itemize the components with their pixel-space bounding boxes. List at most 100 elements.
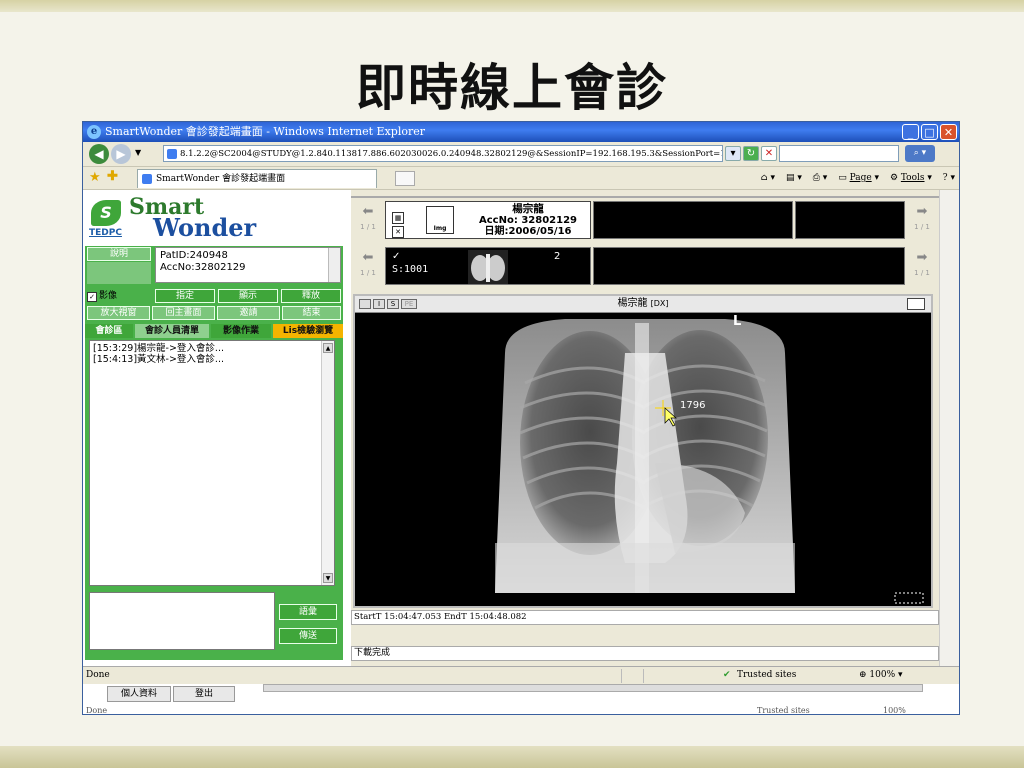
image-checkbox[interactable]: ✓ 影像 (87, 290, 117, 302)
study-thumbnail[interactable]: ▦ ✕ Img 楊宗龍 AccNo: 32802129 日期:2006/05/1… (385, 201, 591, 239)
window-title: SmartWonder 會診發起端畫面 - Windows Internet E… (105, 125, 425, 138)
close-study-icon[interactable]: ✕ (392, 226, 404, 238)
close-button[interactable]: ✕ (940, 124, 957, 140)
page-scrollbar[interactable] (939, 190, 959, 666)
study-acc-no: AccNo: 32802129 (479, 215, 577, 226)
log-entry: [15:3:29]楊宗龍->登入會診... (93, 343, 224, 354)
help-icon[interactable]: ? ▾ (943, 173, 955, 183)
print-icon[interactable]: ⎙ ▾ (813, 173, 828, 183)
series-label: S:1001 (392, 264, 429, 275)
img-icon: Img (426, 206, 454, 234)
display-button[interactable]: 顯示 (218, 289, 278, 303)
study-slot-empty (593, 201, 793, 239)
forward-button[interactable]: ▶ (111, 144, 131, 164)
scroll-down-icon[interactable]: ▼ (323, 573, 333, 583)
image-viewer[interactable]: I S PE 楊宗龍 [DX] L 1796 (353, 294, 933, 608)
status-divider (621, 669, 622, 683)
security-zone: Trusted sites (737, 670, 797, 680)
tab-page-icon (142, 174, 152, 184)
favorites-star-icon[interactable]: ★ (89, 171, 101, 185)
logout-button[interactable]: 登出 (173, 686, 235, 702)
study-info: 楊宗龍 AccNo: 32802129 日期:2006/05/16 (466, 202, 590, 238)
study-slot-empty (795, 201, 905, 239)
browser-tab[interactable]: SmartWonder 會診發起端畫面 (137, 169, 377, 188)
ie-logo-icon: e (87, 125, 101, 139)
personal-info-button[interactable]: 個人資料 (107, 686, 171, 702)
slide-title: 即時線上會診 (356, 59, 668, 117)
grid-icon[interactable]: ▦ (392, 212, 404, 224)
refresh-icon[interactable]: ↻ (743, 146, 759, 161)
underlying-status-bar: Done Trusted sites 100% (86, 706, 906, 715)
new-tab-button[interactable] (395, 171, 415, 186)
left-tabs: 會診區 會診人員清單 影像作業 Lis檢驗瀏覽 (85, 324, 343, 338)
tools-menu[interactable]: ⚙ Tools ▾ (890, 173, 932, 183)
release-button[interactable]: 釋放 (281, 289, 341, 303)
study-next-button[interactable]: ➡ 1 / 1 (909, 202, 935, 240)
series-thumbnail[interactable]: ✓ S:1001 2 (385, 247, 591, 285)
page-menu[interactable]: ▭ Page ▾ (838, 173, 879, 183)
address-dropdown-icon[interactable]: ▾ (725, 146, 741, 161)
back-button[interactable]: ◀ (89, 144, 109, 164)
tab-title: SmartWonder 會診發起端畫面 (156, 174, 286, 184)
chest-xray-image (355, 313, 931, 606)
app-content: S TEDPC Smart Wonder 說明 PatID:240948 Acc… (83, 190, 939, 666)
ie-status-bar: Done ✔ Trusted sites ⊕ 100% ▾ (83, 666, 959, 685)
search-button[interactable]: ⌕ ▾ (905, 145, 935, 162)
slide-top-band (0, 0, 1024, 12)
stop-icon[interactable]: ✕ (761, 146, 777, 161)
search-input[interactable] (779, 145, 899, 162)
study-prev-button[interactable]: ⬅ 1 / 1 (355, 202, 381, 240)
tab-image-ops[interactable]: 影像作業 (211, 324, 271, 338)
smartwonder-logo: S TEDPC Smart Wonder (87, 194, 347, 244)
tab-lis-browse[interactable]: Lis檢驗瀏覽 (273, 324, 343, 338)
tab-bar: ★ ✚ SmartWonder 會診發起端畫面 ⌂ ▾ ▤ ▾ ⎙ ▾ ▭ Pa… (83, 167, 959, 190)
study-date: 日期:2006/05/16 (484, 226, 572, 237)
underlying-scrollbar[interactable] (263, 684, 923, 692)
page-icon (167, 149, 177, 159)
log-entry: [15:4:13]黃文林->登入會診... (93, 354, 224, 365)
patient-info-scrollbar[interactable] (328, 248, 340, 282)
feeds-icon[interactable]: ▤ ▾ (786, 173, 802, 183)
explain-button[interactable]: 說明 (87, 247, 151, 261)
series-image-count: 2 (554, 251, 561, 262)
assign-button[interactable]: 指定 (155, 289, 215, 303)
series-next-button[interactable]: ➡ 1 / 1 (909, 248, 935, 286)
laterality-marker: L (733, 314, 742, 329)
message-input[interactable] (89, 592, 275, 650)
cursor-value: 1796 (680, 400, 706, 411)
main-screen-button[interactable]: 回主畫面 (152, 306, 215, 320)
send-button[interactable]: 傳送 (279, 628, 337, 644)
consult-log: [15:3:29]楊宗龍->登入會診... [15:4:13]黃文林->登入會診… (89, 340, 335, 586)
minimize-button[interactable]: _ (902, 124, 919, 140)
scroll-up-icon[interactable]: ▲ (323, 343, 333, 353)
viewer-toolbar: I S PE 楊宗龍 [DX] (355, 296, 931, 313)
viewer-maximize-button[interactable] (907, 298, 925, 310)
end-button[interactable]: 結束 (282, 306, 341, 320)
viewer-title: 楊宗龍 [DX] (617, 298, 669, 309)
zoom-window-button[interactable]: 放大視窗 (87, 306, 150, 320)
timing-status: StartT 15:04:47.053 EndT 15:04:48.082 (351, 610, 939, 625)
status-divider (643, 669, 644, 683)
maximize-button[interactable]: □ (921, 124, 938, 140)
patient-id: PatID:240948 (160, 250, 228, 261)
left-panel: S TEDPC Smart Wonder 說明 PatID:240948 Acc… (83, 190, 349, 666)
leaf-logo-icon: S (91, 200, 121, 226)
tab-member-list[interactable]: 會診人員清單 (135, 324, 209, 338)
checkbox-check-icon: ✓ (87, 292, 97, 302)
address-field[interactable]: 8.1.2.2@SC2004@STUDY@1.2.840.113817.886.… (163, 145, 723, 162)
zoom-level[interactable]: ⊕ 100% ▾ (859, 667, 903, 684)
series-prev-button[interactable]: ⬅ 1 / 1 (355, 248, 381, 286)
phrase-button[interactable]: 語彙 (279, 604, 337, 620)
explain-panel (87, 262, 151, 284)
history-dropdown-icon[interactable]: ▼ (135, 148, 141, 157)
series-xray-thumb (468, 250, 508, 284)
log-scrollbar[interactable]: ▲ ▼ (321, 341, 334, 585)
invite-button[interactable]: 邀請 (217, 306, 280, 320)
series-slot-empty (593, 247, 905, 285)
right-panel: ⬅ 1 / 1 ▦ ✕ Img 楊宗龍 AccNo: 32802129 日期:20… (351, 190, 939, 666)
slide-bottom-band (0, 746, 1024, 768)
tab-consult-area[interactable]: 會診區 (85, 324, 133, 338)
series-check-icon: ✓ (392, 251, 401, 262)
home-icon[interactable]: ⌂ ▾ (761, 173, 775, 183)
add-favorite-icon[interactable]: ✚ (107, 170, 118, 184)
